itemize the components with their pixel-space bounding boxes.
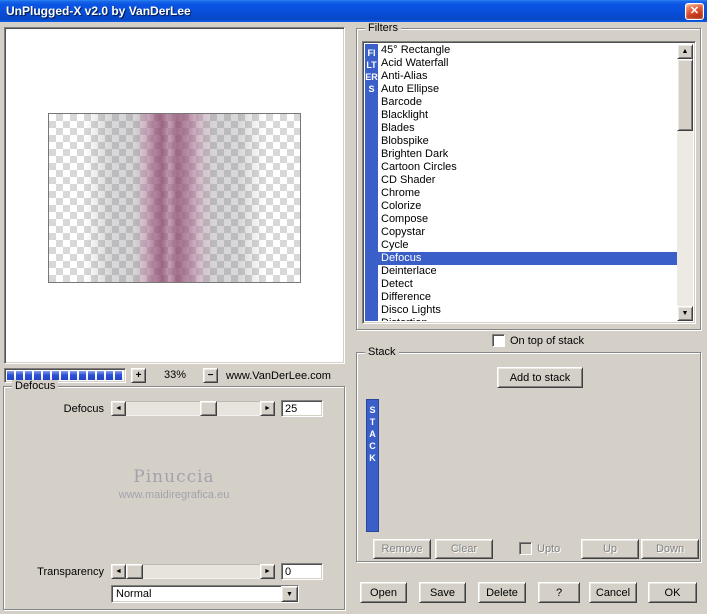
blend-mode-value: Normal: [116, 588, 152, 600]
filter-item[interactable]: Deinterlace: [378, 265, 677, 278]
filter-item[interactable]: Blacklight: [378, 109, 677, 122]
upto-checkbox-box: [519, 542, 532, 555]
transparency-slider-track[interactable]: [126, 564, 260, 579]
remove-button: Remove: [373, 539, 431, 559]
delete-button[interactable]: Delete: [478, 582, 526, 603]
filters-vertical-banner: FILTERS: [365, 44, 378, 321]
clear-button: Clear: [435, 539, 493, 559]
filter-item[interactable]: Copystar: [378, 226, 677, 239]
transparency-slider-left-button[interactable]: ◄: [111, 564, 126, 579]
transparency-slider-right-button[interactable]: ►: [260, 564, 275, 579]
filter-item[interactable]: Cartoon Circles: [378, 161, 677, 174]
dialog-body: + 33% − www.VanDerLee.com Defocus Defocu…: [0, 22, 707, 614]
defocus-slider-track[interactable]: [126, 401, 260, 416]
filter-item[interactable]: Brighten Dark: [378, 148, 677, 161]
stack-group: Stack Add to stack STACK Remove Clear Up…: [356, 346, 701, 562]
on-top-of-stack-checkbox[interactable]: On top of stack: [492, 334, 584, 347]
filter-item[interactable]: CD Shader: [378, 174, 677, 187]
filter-item[interactable]: Auto Ellipse: [378, 83, 677, 96]
blend-mode-dropdown-button[interactable]: ▼: [281, 586, 298, 602]
left-arrow-icon: ◄: [115, 568, 122, 575]
filter-item[interactable]: Detect: [378, 278, 677, 291]
up-button: Up: [581, 539, 639, 559]
zoom-out-button[interactable]: −: [203, 368, 218, 383]
window-title: UnPlugged-X v2.0 by VanDerLee: [6, 4, 191, 18]
scroll-thumb[interactable]: [677, 59, 693, 131]
defocus-value-input[interactable]: [281, 400, 323, 417]
transparency-param-label: Transparency: [37, 566, 104, 578]
filter-item[interactable]: 45° Rectangle: [378, 44, 677, 57]
save-button[interactable]: Save: [419, 582, 466, 603]
defocus-slider-thumb[interactable]: [200, 401, 217, 416]
preview-image[interactable]: [48, 113, 301, 283]
right-arrow-icon: ►: [264, 405, 271, 412]
filter-item[interactable]: Barcode: [378, 96, 677, 109]
filters-group-label: Filters: [365, 22, 401, 34]
vanderlee-website-link[interactable]: www.VanDerLee.com: [226, 370, 331, 382]
right-arrow-icon: ►: [264, 568, 271, 575]
open-button[interactable]: Open: [360, 582, 407, 603]
upto-checkbox: Upto: [519, 542, 560, 555]
filters-list: 45° Rectangle Acid Waterfall Anti-Alias …: [378, 44, 677, 321]
filter-item[interactable]: Chrome: [378, 187, 677, 200]
down-button: Down: [641, 539, 699, 559]
chevron-down-icon: ▼: [286, 590, 293, 598]
watermark-site: www.maidiregrafica.eu: [118, 489, 230, 501]
filter-item[interactable]: Distortion: [378, 317, 677, 321]
close-button[interactable]: ✕: [685, 2, 704, 20]
watermark-name: Pinuccia: [133, 467, 215, 487]
on-top-checkbox-box[interactable]: [492, 334, 505, 347]
filter-item[interactable]: Disco Lights: [378, 304, 677, 317]
filters-group: Filters FILTERS 45° Rectangle Acid Water…: [356, 22, 701, 330]
stack-group-label: Stack: [365, 346, 399, 358]
help-button[interactable]: ?: [538, 582, 580, 603]
scroll-up-button[interactable]: ▲: [677, 44, 693, 59]
left-arrow-icon: ◄: [115, 405, 122, 412]
progress-bar-fill: [7, 371, 123, 380]
filter-item[interactable]: Blades: [378, 122, 677, 135]
defocus-group: Defocus Defocus ◄ ► Pinuccia www.maidire…: [3, 380, 345, 610]
filters-listbox[interactable]: FILTERS 45° Rectangle Acid Waterfall Ant…: [362, 41, 696, 324]
filter-item[interactable]: Compose: [378, 213, 677, 226]
cancel-button[interactable]: Cancel: [589, 582, 637, 603]
filters-scrollbar[interactable]: ▲ ▼: [677, 44, 693, 321]
filter-item[interactable]: Anti-Alias: [378, 70, 677, 83]
zoom-in-button[interactable]: +: [131, 368, 146, 383]
defocus-slider-left-button[interactable]: ◄: [111, 401, 126, 416]
filter-item-selected[interactable]: Defocus: [378, 252, 677, 265]
up-arrow-icon: ▲: [681, 48, 689, 55]
upto-checkbox-label: Upto: [537, 542, 561, 555]
stack-vertical-banner: STACK: [366, 399, 379, 532]
zoom-level: 33%: [163, 369, 187, 381]
defocus-slider-right-button[interactable]: ►: [260, 401, 275, 416]
scroll-track[interactable]: [677, 59, 693, 306]
filter-item[interactable]: Colorize: [378, 200, 677, 213]
defocus-slider[interactable]: ◄ ►: [111, 401, 275, 416]
close-icon: ✕: [689, 4, 700, 17]
filter-item[interactable]: Difference: [378, 291, 677, 304]
defocus-param-label: Defocus: [63, 403, 104, 415]
unplugged-x-dialog: UnPlugged-X v2.0 by VanDerLee ✕ + 33% − …: [0, 0, 707, 614]
preview-area[interactable]: [4, 27, 345, 364]
transparency-value-input[interactable]: [281, 563, 323, 580]
defocus-stripes-render: [49, 114, 300, 282]
filter-item[interactable]: Blobspike: [378, 135, 677, 148]
scroll-down-button[interactable]: ▼: [677, 306, 693, 321]
ok-button[interactable]: OK: [648, 582, 697, 603]
on-top-checkbox-label: On top of stack: [510, 334, 584, 347]
title-bar[interactable]: UnPlugged-X v2.0 by VanDerLee ✕: [0, 0, 707, 22]
defocus-group-label: Defocus: [12, 380, 59, 392]
filter-item[interactable]: Cycle: [378, 239, 677, 252]
blend-mode-select[interactable]: Normal ▼: [111, 585, 299, 603]
down-arrow-icon: ▼: [681, 310, 689, 317]
transparency-slider-thumb[interactable]: [126, 564, 143, 579]
add-to-stack-button[interactable]: Add to stack: [497, 367, 583, 388]
filter-item[interactable]: Acid Waterfall: [378, 57, 677, 70]
transparency-slider[interactable]: ◄ ►: [111, 564, 275, 579]
